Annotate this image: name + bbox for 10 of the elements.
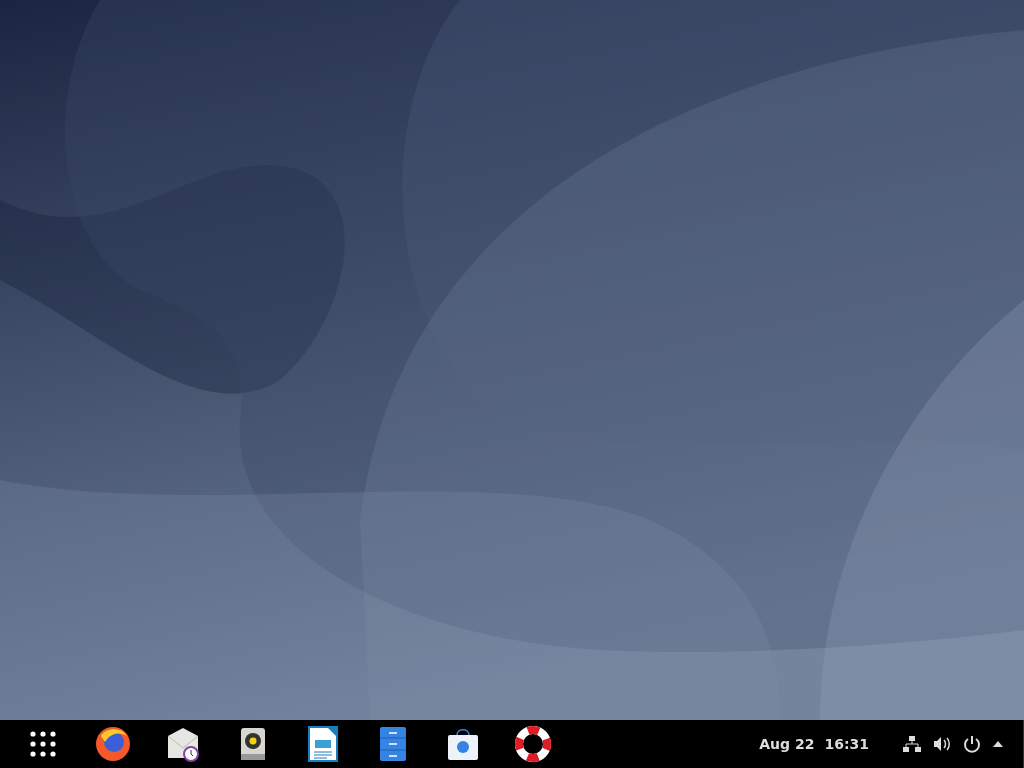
power-icon[interactable] <box>963 735 981 753</box>
clock[interactable]: Aug 22 16:31 <box>759 736 869 752</box>
life-ring-icon[interactable] <box>515 726 551 762</box>
volume-icon[interactable] <box>933 735 951 753</box>
shopping-bag-icon[interactable] <box>445 726 481 762</box>
network-icon[interactable] <box>903 735 921 753</box>
document-icon[interactable] <box>305 726 341 762</box>
mail-clock-icon[interactable] <box>165 726 201 762</box>
app-grid-icon[interactable] <box>28 729 58 759</box>
caret-icon[interactable] <box>993 741 1003 747</box>
